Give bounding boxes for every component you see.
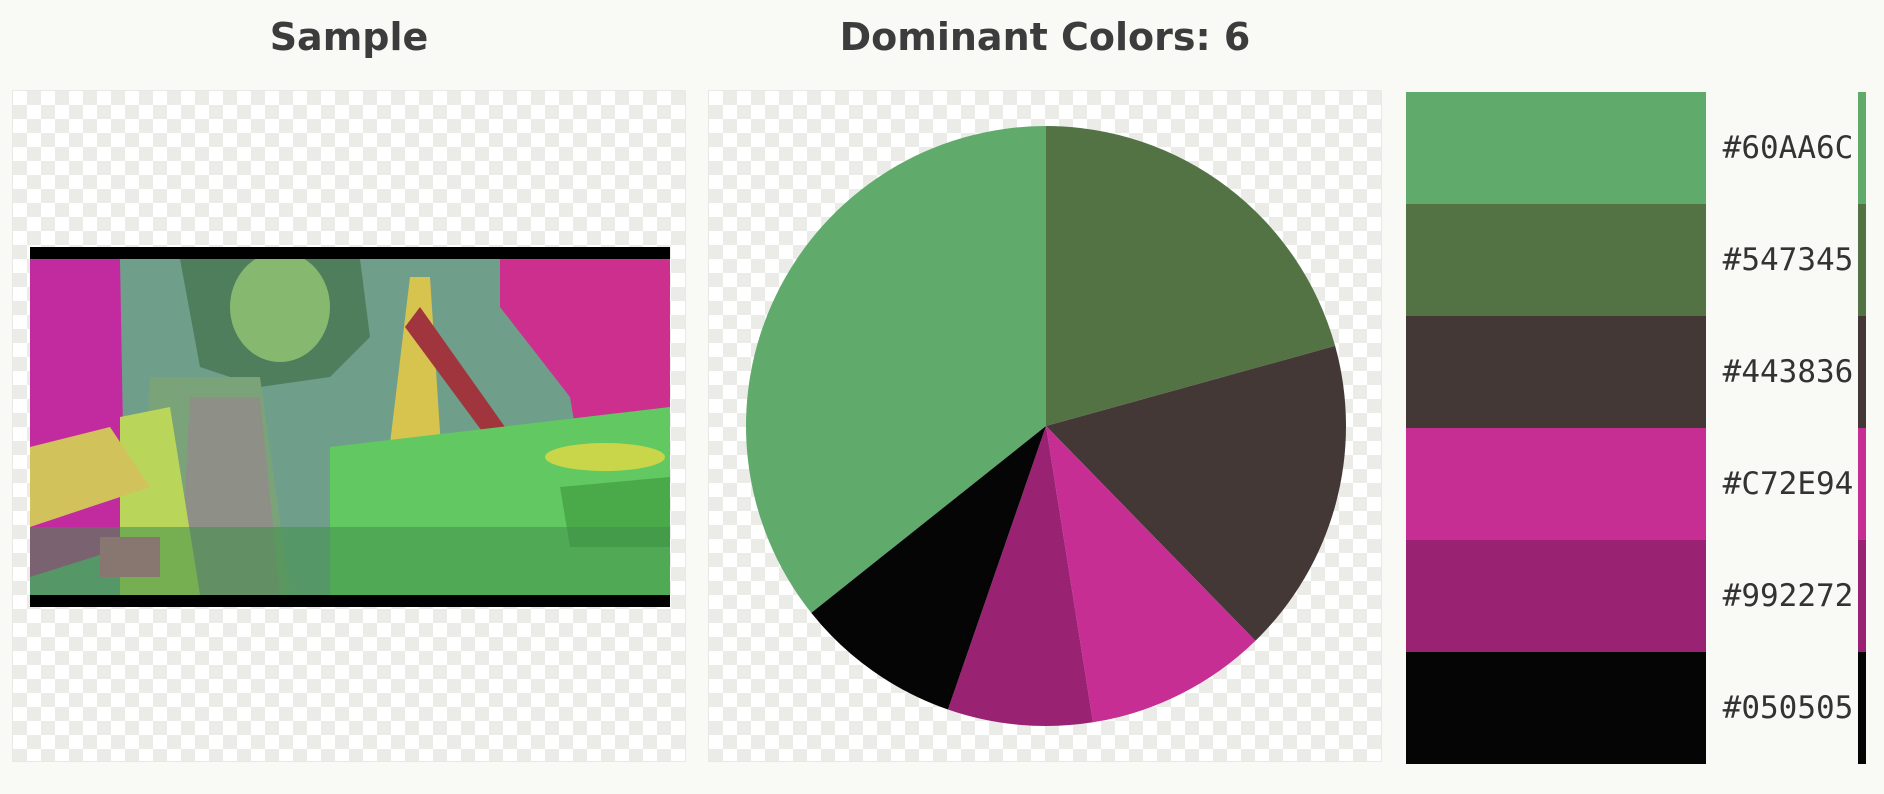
- palette-row: #050505: [1406, 652, 1866, 764]
- hex-label: #60AA6C: [1722, 130, 1854, 166]
- color-swatch: [1406, 428, 1706, 540]
- dominant-colors-title: Dominant Colors: 6: [839, 15, 1251, 59]
- pie-panel: [708, 90, 1382, 762]
- dominant-colors-pie-chart: [746, 126, 1346, 726]
- palette-row: #443836: [1406, 316, 1866, 428]
- palette-row: #60AA6C: [1406, 92, 1866, 204]
- hex-label: #547345: [1722, 242, 1854, 278]
- hex-label: #050505: [1722, 690, 1854, 726]
- sample-image: [30, 247, 670, 607]
- color-swatch: [1406, 540, 1706, 652]
- color-edge-bar: [1858, 652, 1866, 764]
- sample-title: Sample: [269, 15, 429, 59]
- color-swatch: [1406, 92, 1706, 204]
- palette-row: #547345: [1406, 204, 1866, 316]
- hex-label: #443836: [1722, 354, 1854, 390]
- palette-row: #C72E94: [1406, 428, 1866, 540]
- hex-label: #C72E94: [1722, 466, 1854, 502]
- color-swatch: [1406, 204, 1706, 316]
- sample-panel: [12, 90, 686, 762]
- color-edge-bar: [1858, 92, 1866, 204]
- color-palette: #60AA6C #547345 #443836 #C72E94 #992272 …: [1406, 92, 1866, 764]
- color-edge-bar: [1858, 316, 1866, 428]
- palette-row: #992272: [1406, 540, 1866, 652]
- color-swatch: [1406, 652, 1706, 764]
- color-edge-bar: [1858, 540, 1866, 652]
- hex-label: #992272: [1722, 578, 1854, 614]
- color-swatch: [1406, 316, 1706, 428]
- color-edge-bar: [1858, 428, 1866, 540]
- color-edge-bar: [1858, 204, 1866, 316]
